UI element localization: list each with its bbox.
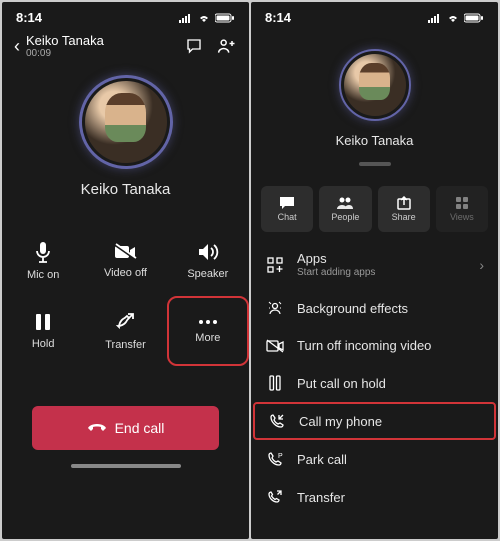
hold-icon: [34, 312, 52, 332]
wifi-icon: [446, 13, 460, 23]
views-button[interactable]: Views: [436, 186, 488, 232]
menu-apps-label: Apps: [297, 251, 375, 266]
menu-park-label: Park call: [297, 452, 347, 467]
header-duration: 00:09: [26, 48, 104, 59]
battery-icon: [464, 13, 484, 23]
status-bar: 8:14: [2, 2, 249, 27]
participant-name: Keiko Tanaka: [81, 181, 171, 198]
people-add-icon[interactable]: [217, 37, 237, 55]
background-effects-icon: [267, 300, 283, 316]
end-call-label: End call: [115, 420, 165, 436]
more-menu: Apps Start adding apps › Background effe…: [251, 238, 498, 518]
menu-transfer[interactable]: Transfer: [251, 478, 498, 516]
incoming-video-off-icon: [266, 339, 284, 353]
people-icon: [336, 196, 354, 210]
speaker-icon: [197, 242, 219, 262]
menu-turn-off-incoming-video[interactable]: Turn off incoming video: [251, 327, 498, 364]
menu-apps-sub: Start adding apps: [297, 267, 375, 278]
menu-callmyphone-label: Call my phone: [299, 414, 382, 429]
end-call-button[interactable]: End call: [32, 406, 219, 450]
transfer-label: Transfer: [105, 339, 146, 351]
menu-park-call[interactable]: P Park call: [251, 440, 498, 478]
controls-grid: Mic on Video off Speaker Hold Transfer M…: [2, 218, 249, 366]
call-screen-right: 8:14 Keiko Tanaka Chat People: [251, 2, 498, 539]
menu-incoming-label: Turn off incoming video: [297, 338, 431, 353]
people-label: People: [331, 212, 359, 222]
avatar-ring: [79, 75, 173, 169]
clock: 8:14: [265, 10, 291, 25]
participant-name: Keiko Tanaka: [336, 133, 414, 148]
call-screen-left: 8:14 ‹ Keiko Tanaka 00:09: [2, 2, 249, 539]
chat-icon[interactable]: [185, 37, 203, 55]
drag-handle[interactable]: [359, 162, 391, 166]
battery-icon: [215, 13, 235, 23]
more-label: More: [195, 332, 220, 344]
menu-background-effects[interactable]: Background effects: [251, 289, 498, 327]
menu-apps[interactable]: Apps Start adding apps ›: [251, 240, 498, 289]
back-icon[interactable]: ‹: [14, 36, 20, 57]
menu-put-on-hold[interactable]: Put call on hold: [251, 364, 498, 402]
more-icon: [197, 318, 219, 326]
video-off-icon: [113, 243, 137, 261]
people-button[interactable]: People: [319, 186, 371, 232]
share-icon: [397, 196, 411, 210]
more-button[interactable]: More: [167, 296, 249, 366]
transfer-call-icon: [267, 489, 283, 505]
transfer-icon: [114, 311, 136, 333]
views-label: Views: [450, 212, 474, 222]
hold-label: Hold: [32, 338, 55, 350]
mic-label: Mic on: [27, 269, 59, 281]
avatar-section: Keiko Tanaka: [2, 75, 249, 198]
hold-button[interactable]: Hold: [2, 296, 84, 366]
avatar-section: Keiko Tanaka: [251, 49, 498, 148]
menu-call-my-phone[interactable]: Call my phone: [253, 402, 496, 440]
header-name: Keiko Tanaka: [26, 33, 104, 48]
menu-transfer-label: Transfer: [297, 490, 345, 505]
mic-on-icon: [33, 241, 53, 263]
chat-icon: [279, 196, 295, 210]
signal-icon: [179, 13, 193, 23]
views-icon: [455, 196, 469, 210]
signal-icon: [428, 13, 442, 23]
home-indicator: [71, 464, 181, 468]
hold-icon: [268, 375, 282, 391]
status-icons: [428, 13, 484, 23]
menu-bg-label: Background effects: [297, 301, 408, 316]
transfer-button[interactable]: Transfer: [84, 296, 166, 366]
chat-label: Chat: [278, 212, 297, 222]
speaker-label: Speaker: [187, 268, 228, 280]
mic-button[interactable]: Mic on: [2, 226, 84, 296]
chevron-right-icon: ›: [479, 257, 484, 273]
wifi-icon: [197, 13, 211, 23]
video-button[interactable]: Video off: [84, 226, 166, 296]
park-call-icon: P: [267, 451, 283, 467]
share-button[interactable]: Share: [378, 186, 430, 232]
status-bar: 8:14: [251, 2, 498, 27]
status-icons: [179, 13, 235, 23]
menu-hold-label: Put call on hold: [297, 376, 386, 391]
speaker-button[interactable]: Speaker: [167, 226, 249, 296]
chat-button[interactable]: Chat: [261, 186, 313, 232]
call-my-phone-icon: [269, 413, 285, 429]
hangup-icon: [87, 422, 107, 434]
actions-row: Chat People Share Views: [251, 176, 498, 238]
share-label: Share: [392, 212, 416, 222]
svg-text:P: P: [278, 453, 283, 460]
call-header: ‹ Keiko Tanaka 00:09: [2, 27, 249, 69]
avatar: [344, 54, 406, 116]
clock: 8:14: [16, 10, 42, 25]
apps-icon: [267, 257, 283, 273]
video-label: Video off: [104, 267, 147, 279]
avatar: [85, 81, 167, 163]
avatar-ring: [339, 49, 411, 121]
